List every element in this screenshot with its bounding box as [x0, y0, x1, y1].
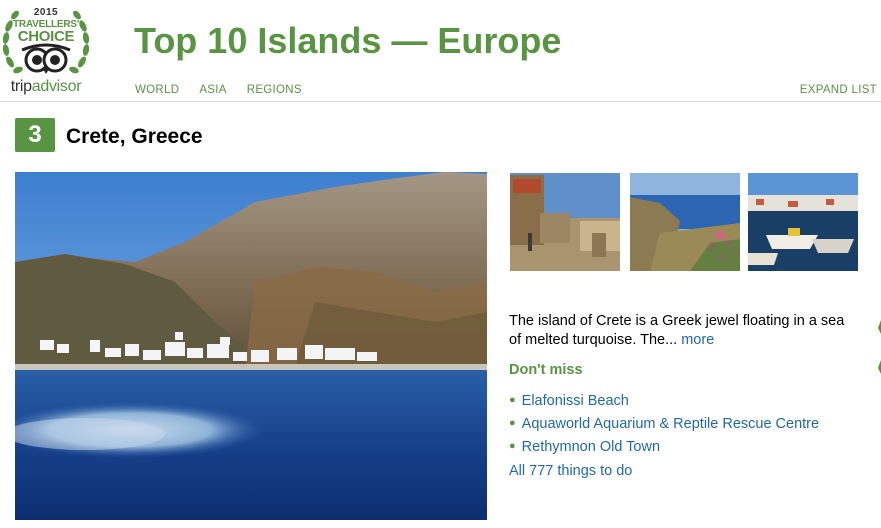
- award-year: 2015: [33, 7, 59, 18]
- expand-list-link[interactable]: EXPAND LIST: [800, 84, 877, 96]
- header-divider: [0, 101, 881, 102]
- attractions-list: ● Elafonissi Beach ● Aquaworld Aquarium & …: [509, 390, 819, 459]
- nav-asia-link[interactable]: ASIA: [199, 84, 226, 96]
- list-item: ● Elafonissi Beach: [509, 390, 819, 413]
- list-item: ● Rethymnon Old Town: [509, 436, 819, 459]
- thumbnail-photo-harbour[interactable]: [748, 173, 858, 271]
- destination-description: The island of Crete is a Greek jewel flo…: [509, 312, 849, 350]
- thumbnail-photo-coast-flowers[interactable]: [630, 173, 740, 271]
- tripadvisor-travellers-choice-logo[interactable]: 2015 TRAVELLERS' CHOICE tripadvisor: [0, 0, 100, 98]
- nav-regions-link[interactable]: REGIONS: [247, 84, 302, 96]
- nav-world-link[interactable]: WORLD: [135, 84, 179, 96]
- description-text: The island of Crete is a Greek jewel flo…: [509, 313, 845, 348]
- attraction-link[interactable]: Aquaworld Aquarium & Reptile Rescue Cent…: [522, 416, 819, 432]
- owl-eyes-icon: [21, 43, 71, 74]
- next-panel-edge: [878, 320, 881, 374]
- list-item: ● Aquaworld Aquarium & Reptile Rescue Cen…: [509, 413, 819, 436]
- page-title: Top 10 Islands — Europe: [134, 20, 562, 61]
- thumbnail-photo-ruins[interactable]: [510, 173, 620, 271]
- bullet-icon: ●: [509, 440, 516, 452]
- more-link[interactable]: more: [681, 332, 714, 348]
- region-nav: WORLD ASIA REGIONS: [135, 84, 302, 96]
- brand-trip-text: trip: [10, 78, 32, 95]
- brand-wordmark: tripadvisor: [0, 78, 92, 96]
- dont-miss-heading: Don't miss: [509, 362, 583, 378]
- rank-badge: 3: [15, 118, 55, 152]
- bullet-icon: ●: [509, 417, 516, 429]
- all-things-to-do-link[interactable]: All 777 things to do: [509, 463, 632, 479]
- destination-name[interactable]: Crete, Greece: [66, 125, 203, 149]
- brand-advisor-text: advisor: [31, 78, 82, 95]
- bullet-icon: ●: [509, 394, 516, 406]
- award-label-line2: CHOICE: [17, 28, 75, 45]
- attraction-link[interactable]: Rethymnon Old Town: [522, 439, 660, 455]
- hero-photo[interactable]: [15, 172, 487, 520]
- attraction-link[interactable]: Elafonissi Beach: [522, 393, 629, 409]
